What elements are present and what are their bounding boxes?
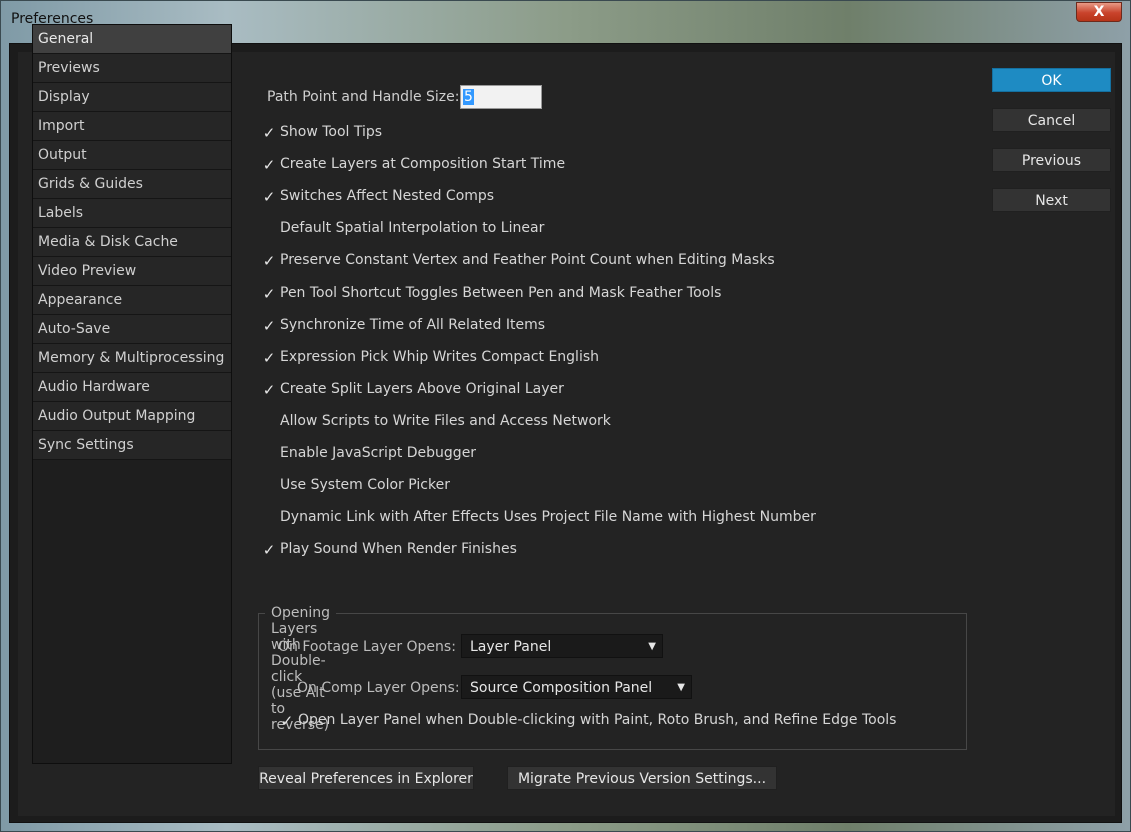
migrate-settings-button[interactable]: Migrate Previous Version Settings...: [507, 766, 777, 790]
sidebar-item-media-disk-cache[interactable]: Media & Disk Cache: [33, 228, 231, 257]
checkbox[interactable]: ✓: [260, 349, 278, 367]
sidebar-item-audio-hardware[interactable]: Audio Hardware: [33, 373, 231, 402]
footage-layer-value: Layer Panel: [470, 639, 552, 655]
sidebar-item-previews[interactable]: Previews: [33, 54, 231, 83]
checkbox-label: Allow Scripts to Write Files and Access …: [280, 413, 611, 429]
path-point-size-input[interactable]: 5: [460, 85, 542, 109]
checkbox[interactable]: [260, 445, 278, 463]
checkbox-label: Expression Pick Whip Writes Compact Engl…: [280, 349, 600, 365]
path-point-label: Path Point and Handle Size:: [267, 89, 460, 105]
cancel-button[interactable]: Cancel: [992, 108, 1111, 132]
checkbox[interactable]: ✓: [260, 541, 278, 559]
checkbox-label: Show Tool Tips: [280, 124, 383, 140]
checkbox[interactable]: ✓: [260, 156, 278, 174]
checkbox[interactable]: [260, 477, 278, 495]
checkbox-label: Create Split Layers Above Original Layer: [280, 381, 564, 397]
checkbox-label: Default Spatial Interpolation to Linear: [280, 220, 545, 236]
checkbox[interactable]: [260, 413, 278, 431]
chevron-down-icon: ▼: [648, 641, 656, 652]
checkbox-label: Switches Affect Nested Comps: [280, 188, 495, 204]
next-button[interactable]: Next: [992, 188, 1111, 212]
sidebar-item-video-preview[interactable]: Video Preview: [33, 257, 231, 286]
comp-layer-dropdown[interactable]: Source Composition Panel ▼: [461, 675, 692, 699]
checkbox-label: Use System Color Picker: [280, 477, 450, 493]
open-layer-panel-label: Open Layer Panel when Double-clicking wi…: [298, 712, 897, 728]
category-list: General Previews Display Import Output Grids …: [32, 24, 232, 764]
footage-layer-label: On Footage Layer Opens:: [278, 639, 456, 655]
checkbox[interactable]: ✓: [260, 317, 278, 335]
sidebar-item-display[interactable]: Display: [33, 83, 231, 112]
checkbox[interactable]: ✓: [260, 252, 278, 270]
checkbox[interactable]: ✓: [260, 381, 278, 399]
checkbox-label: Preserve Constant Vertex and Feather Poi…: [280, 252, 775, 268]
sidebar-item-audio-output-mapping[interactable]: Audio Output Mapping: [33, 402, 231, 431]
sidebar-item-appearance[interactable]: Appearance: [33, 286, 231, 315]
previous-button[interactable]: Previous: [992, 148, 1111, 172]
checkbox[interactable]: ✓: [260, 188, 278, 206]
sidebar-item-import[interactable]: Import: [33, 112, 231, 141]
checkbox-label: Play Sound When Render Finishes: [280, 541, 517, 557]
path-point-size-value: 5: [463, 89, 474, 105]
checkbox-label: Create Layers at Composition Start Time: [280, 156, 566, 172]
comp-layer-value: Source Composition Panel: [470, 680, 653, 696]
open-layer-panel-checkbox[interactable]: ✓: [278, 712, 296, 730]
ok-button[interactable]: OK: [992, 68, 1111, 92]
checkbox[interactable]: ✓: [260, 285, 278, 303]
sidebar-item-memory-multiprocessing[interactable]: Memory & Multiprocessing: [33, 344, 231, 373]
chevron-down-icon: ▼: [677, 682, 685, 693]
sidebar-item-labels[interactable]: Labels: [33, 199, 231, 228]
close-button[interactable]: X: [1076, 2, 1122, 22]
checkbox-label: Synchronize Time of All Related Items: [280, 317, 546, 333]
checkbox-label: Pen Tool Shortcut Toggles Between Pen an…: [280, 285, 722, 301]
checkbox-label: Enable JavaScript Debugger: [280, 445, 477, 461]
footage-layer-dropdown[interactable]: Layer Panel ▼: [461, 634, 663, 658]
sidebar-item-auto-save[interactable]: Auto-Save: [33, 315, 231, 344]
checkbox[interactable]: [260, 509, 278, 527]
sidebar-item-output[interactable]: Output: [33, 141, 231, 170]
sidebar-item-grids-guides[interactable]: Grids & Guides: [33, 170, 231, 199]
checkbox-label: Dynamic Link with After Effects Uses Pro…: [280, 509, 816, 525]
sidebar-item-sync-settings[interactable]: Sync Settings: [33, 431, 231, 460]
sidebar-item-general[interactable]: General: [33, 25, 231, 54]
comp-layer-label: On Comp Layer Opens:: [297, 680, 460, 696]
preferences-window: Preferences X General Previews Display Impo…: [0, 0, 1131, 832]
reveal-preferences-button[interactable]: Reveal Preferences in Explorer: [258, 766, 474, 790]
checkbox[interactable]: [260, 220, 278, 238]
checkbox[interactable]: ✓: [260, 124, 278, 142]
